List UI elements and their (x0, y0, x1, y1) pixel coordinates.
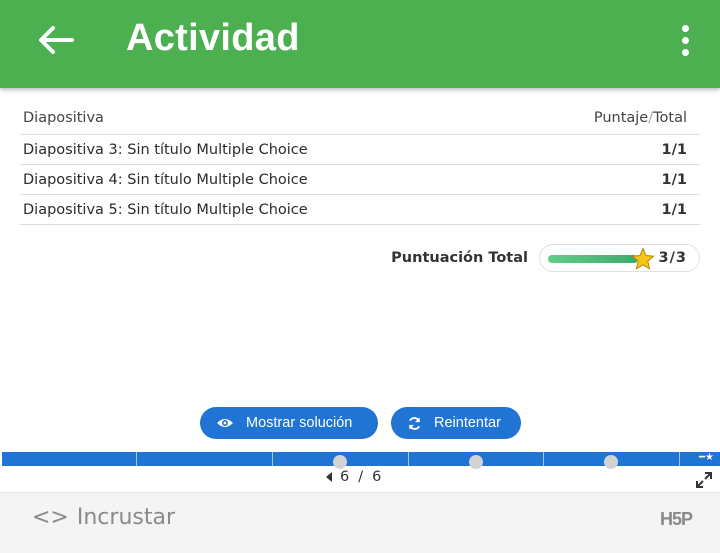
summary-star-icon[interactable]: ━★ (699, 452, 714, 463)
col-header-score: Puntaje/Total (593, 110, 687, 126)
progress-segment-divider (543, 452, 544, 466)
h5p-logo: H5P (660, 509, 693, 529)
fullscreen-icon[interactable] (695, 471, 713, 489)
row-score: 1/1 (661, 171, 687, 188)
total-score-label: Puntuación Total (391, 250, 528, 266)
slide-counter: 6 / 6 (326, 469, 382, 485)
row-label: Diapositiva 3: Sin título Multiple Choic… (23, 141, 308, 158)
pager: 6 / 6 (0, 466, 720, 492)
progress-segment-divider (136, 452, 137, 466)
star-icon (631, 247, 655, 270)
total-slides: 6 (372, 469, 383, 485)
table-header: Diapositiva Puntaje/Total (20, 102, 700, 135)
row-label: Diapositiva 5: Sin título Multiple Choic… (23, 201, 308, 218)
show-solution-label: Mostrar solución (246, 415, 353, 431)
row-label: Diapositiva 4: Sin título Multiple Choic… (23, 171, 308, 188)
retry-label: Reintentar (434, 415, 501, 431)
refresh-icon (408, 416, 421, 430)
row-score: 1/1 (661, 141, 687, 158)
table-row: Diapositiva 3: Sin título Multiple Choic… (20, 135, 700, 165)
score-bar-fill (548, 255, 638, 263)
slide-separator: / (358, 469, 365, 485)
current-slide: 6 (340, 469, 351, 485)
table-row: Diapositiva 5: Sin título Multiple Choic… (20, 195, 700, 225)
results-table: Diapositiva Puntaje/Total Diapositiva 3:… (20, 102, 700, 225)
total-score-value: 3/3 (658, 250, 687, 266)
slide-progress-bar[interactable]: ━★ (2, 452, 720, 469)
footer: <> Incrustar H5P (0, 492, 720, 553)
progress-segment-divider (408, 452, 409, 466)
row-score: 1/1 (661, 201, 687, 218)
page-title: Actividad (126, 17, 300, 59)
show-solution-button[interactable]: Mostrar solución (200, 407, 378, 439)
retry-button[interactable]: Reintentar (391, 407, 521, 439)
score-bar: 3/3 (539, 244, 700, 272)
prev-slide-icon[interactable] (326, 472, 332, 482)
summary-slide: Diapositiva Puntaje/Total Diapositiva 3:… (0, 88, 720, 450)
progress-segment-divider (679, 452, 680, 466)
embed-button[interactable]: <> Incrustar (32, 505, 175, 530)
code-icon: <> (32, 505, 69, 530)
app-bar: Actividad (0, 0, 720, 88)
arrow-left-icon (39, 26, 74, 54)
col-header-slide: Diapositiva (23, 110, 104, 126)
progress-segment-divider (272, 452, 273, 466)
total-score: Puntuación Total 3/3 (391, 244, 700, 272)
eye-icon (217, 419, 233, 427)
embed-label: Incrustar (76, 505, 176, 530)
more-vert-icon[interactable] (670, 18, 700, 62)
table-row: Diapositiva 4: Sin título Multiple Choic… (20, 165, 700, 195)
back-button[interactable] (30, 18, 82, 62)
